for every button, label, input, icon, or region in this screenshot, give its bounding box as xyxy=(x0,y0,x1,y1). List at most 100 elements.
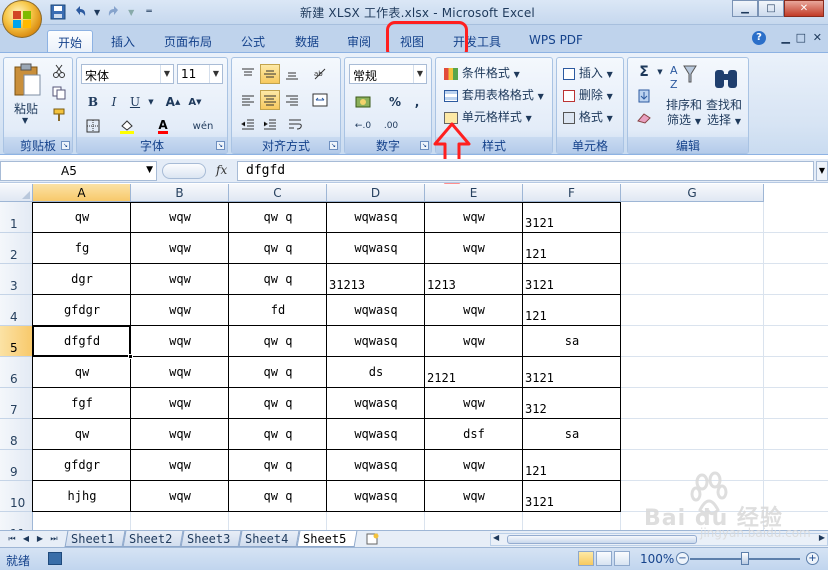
format-painter-icon[interactable] xyxy=(52,108,66,122)
cell-b10[interactable]: wqw xyxy=(131,489,229,503)
cell-c5[interactable]: qw q xyxy=(229,334,327,348)
minimize-button[interactable]: ▁ xyxy=(732,0,758,17)
macro-record-icon[interactable] xyxy=(48,552,62,565)
delete-cells-button[interactable]: 删除 ▼ xyxy=(563,86,613,103)
row-header[interactable]: 4 xyxy=(0,295,33,326)
paste-icon[interactable] xyxy=(12,62,42,98)
align-bottom-button[interactable] xyxy=(282,64,302,84)
orientation-button[interactable]: ab xyxy=(310,64,330,84)
cell-a1[interactable]: qw xyxy=(33,210,131,224)
customize-qat-icon[interactable]: ═ xyxy=(146,7,151,17)
tab-insert[interactable]: 插入 xyxy=(101,30,145,52)
cell-f9[interactable]: 121 xyxy=(525,464,619,478)
merge-center-button[interactable] xyxy=(310,90,330,110)
cell-f4[interactable]: 121 xyxy=(525,309,619,323)
insert-sheet-icon[interactable] xyxy=(366,533,380,545)
tab-formulas[interactable]: 公式 xyxy=(233,30,273,52)
worksheet-grid[interactable]: A B C D E F G 1 qw wqw qw q wqwasq wqw 3121 2 fg wqw qw q… xyxy=(0,184,828,530)
ribbon-close-icon[interactable]: ✕ xyxy=(813,31,822,44)
normal-view-button[interactable] xyxy=(578,551,594,566)
cell-b3[interactable]: wqw xyxy=(131,272,229,286)
bold-button[interactable]: B xyxy=(83,92,103,112)
increase-indent-button[interactable] xyxy=(260,114,280,134)
cell-d2[interactable]: wqwasq xyxy=(327,241,425,255)
number-launcher-icon[interactable]: ↘ xyxy=(420,141,429,150)
increase-font-button[interactable]: A ▲ xyxy=(163,92,183,112)
copy-icon[interactable] xyxy=(52,86,66,100)
tab-data[interactable]: 数据 xyxy=(287,30,327,52)
cell-e5[interactable]: wqw xyxy=(425,334,523,348)
cell-f2[interactable]: 121 xyxy=(525,247,619,261)
page-layout-view-button[interactable] xyxy=(596,551,612,566)
font-size-combo[interactable]: 11 ▼ xyxy=(177,64,223,84)
cell-c8[interactable]: qw q xyxy=(229,427,327,441)
redo-dropdown-icon[interactable]: ▼ xyxy=(128,8,134,17)
cell-e10[interactable]: wqw xyxy=(425,489,523,503)
cell-a9[interactable]: gfdgr xyxy=(33,458,131,472)
horizontal-scroll-thumb[interactable] xyxy=(507,535,697,544)
zoom-out-icon[interactable]: − xyxy=(676,552,689,565)
row-header[interactable]: 10 xyxy=(0,481,33,512)
row-header[interactable]: 6 xyxy=(0,357,33,388)
cell-d10[interactable]: wqwasq xyxy=(327,489,425,503)
close-button[interactable]: ✕ xyxy=(784,0,824,17)
fill-handle[interactable] xyxy=(128,354,133,359)
cell-b7[interactable]: wqw xyxy=(131,396,229,410)
prev-sheet-icon[interactable]: ◀ xyxy=(20,533,32,545)
cell-b1[interactable]: wqw xyxy=(131,210,229,224)
cell-c1[interactable]: qw q xyxy=(229,210,327,224)
chevron-down-icon[interactable]: ▼ xyxy=(160,65,173,83)
cell-b8[interactable]: wqw xyxy=(131,427,229,441)
clipboard-launcher-icon[interactable]: ↘ xyxy=(61,141,70,150)
cell-a7[interactable]: fgf xyxy=(33,396,131,410)
cell-c2[interactable]: qw q xyxy=(229,241,327,255)
cell-d9[interactable]: wqwasq xyxy=(327,458,425,472)
font-color-button[interactable]: A xyxy=(153,116,173,136)
cell-b5[interactable]: wqw xyxy=(131,334,229,348)
tab-wps-pdf[interactable]: WPS PDF xyxy=(522,30,590,52)
formula-input[interactable]: dfgfd xyxy=(237,161,814,181)
row-header[interactable]: 7 xyxy=(0,388,33,419)
paste-dropdown-icon[interactable]: ▼ xyxy=(22,116,28,125)
cell-f1[interactable]: 3121 xyxy=(525,216,619,230)
chevron-down-icon[interactable]: ▼ xyxy=(209,65,222,83)
cell-f3[interactable]: 3121 xyxy=(525,278,619,292)
row-header[interactable]: 3 xyxy=(0,264,33,295)
wrap-text-button[interactable] xyxy=(286,114,306,134)
row-header[interactable]: 8 xyxy=(0,419,33,450)
comma-button[interactable]: , xyxy=(407,92,427,112)
cell-e7[interactable]: wqw xyxy=(425,396,523,410)
cell-a10[interactable]: hjhg xyxy=(33,489,131,503)
redo-icon[interactable] xyxy=(106,4,122,20)
cell-d7[interactable]: wqwasq xyxy=(327,396,425,410)
name-box[interactable]: A5 ▼ xyxy=(0,161,157,181)
ribbon-restore-icon[interactable]: □ xyxy=(796,31,806,44)
cell-b9[interactable]: wqw xyxy=(131,458,229,472)
cell-b2[interactable]: wqw xyxy=(131,241,229,255)
sort-filter-button[interactable]: 排序和 筛选 ▼ xyxy=(666,98,702,129)
expand-formula-bar-icon[interactable]: ▼ xyxy=(816,161,828,181)
zoom-in-icon[interactable]: + xyxy=(806,552,819,565)
column-header-b[interactable]: B xyxy=(131,184,229,202)
format-as-table-button[interactable]: 套用表格格式 ▼ xyxy=(444,86,544,103)
cell-d6[interactable]: ds xyxy=(327,365,425,379)
row-header[interactable]: 9 xyxy=(0,450,33,481)
clear-button[interactable] xyxy=(634,108,654,128)
next-sheet-icon[interactable]: ▶ xyxy=(34,533,46,545)
row-header[interactable]: 2 xyxy=(0,233,33,264)
cell-b4[interactable]: wqw xyxy=(131,303,229,317)
decrease-indent-button[interactable] xyxy=(238,114,258,134)
conditional-format-button[interactable]: 条件格式 ▼ xyxy=(444,64,520,81)
percent-button[interactable]: % xyxy=(385,92,405,112)
tab-page-layout[interactable]: 页面布局 xyxy=(157,30,219,52)
align-top-button[interactable] xyxy=(238,64,258,84)
cell-f10[interactable]: 3121 xyxy=(525,495,619,509)
alignment-launcher-icon[interactable]: ↘ xyxy=(329,141,338,150)
maximize-button[interactable]: □ xyxy=(758,0,784,17)
cell-e9[interactable]: wqw xyxy=(425,458,523,472)
column-header-d[interactable]: D xyxy=(327,184,425,202)
column-header-f[interactable]: F xyxy=(523,184,621,202)
cell-b6[interactable]: wqw xyxy=(131,365,229,379)
cell-e6[interactable]: 2121 xyxy=(427,371,521,385)
cell-d1[interactable]: wqwasq xyxy=(327,210,425,224)
